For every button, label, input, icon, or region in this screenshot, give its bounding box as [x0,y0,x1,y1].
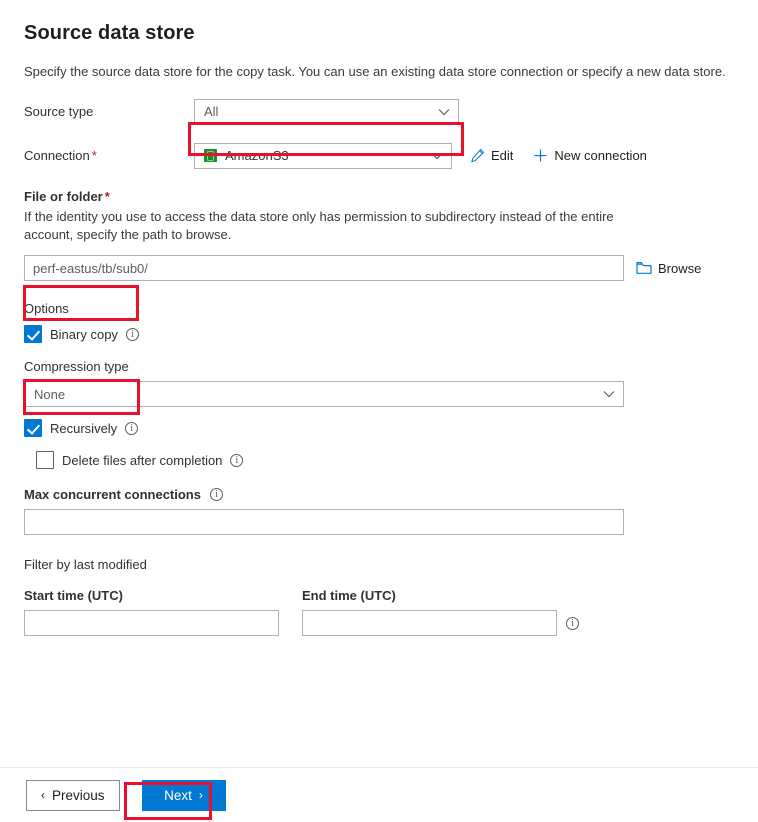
connection-label-text: Connection [24,148,90,164]
connection-label: Connection * [24,148,194,163]
edit-connection-button[interactable]: Edit [470,148,513,163]
new-connection-button[interactable]: New connection [533,148,647,163]
wizard-footer: ‹ Previous Next › [0,767,758,822]
info-icon[interactable] [125,421,139,435]
checkbox-box [36,451,54,470]
edit-connection-label: Edit [491,148,514,164]
end-time-input[interactable] [302,610,557,637]
chevron-down-icon [603,390,615,398]
file-or-folder-label-text: File or folder [24,188,103,204]
new-connection-label: New connection [554,148,647,164]
previous-button[interactable]: ‹ Previous [26,779,120,811]
connection-actions: Edit New connection [470,148,647,163]
end-time-label: End time (UTC) [302,588,396,604]
previous-button-label: Previous [52,787,105,803]
delete-files-checkbox[interactable]: Delete files after completion [36,451,734,470]
required-asterisk: * [91,148,97,164]
browse-button[interactable]: Browse [636,261,701,276]
file-path-input[interactable] [24,255,624,282]
amazon-s3-icon [204,149,217,163]
source-type-label: Source type [24,104,94,120]
filter-columns: Start time (UTC) End time (UTC) [24,588,734,637]
max-connections-input[interactable] [24,509,624,536]
plus-icon [533,148,548,163]
start-time-column: Start time (UTC) [24,588,302,637]
browse-label: Browse [658,260,702,276]
delete-files-label: Delete files after completion [62,452,223,468]
compression-type-label: Compression type [24,359,129,375]
binary-copy-label: Binary copy [50,326,118,342]
recursively-label: Recursively [50,420,118,436]
required-asterisk: * [104,188,110,204]
binary-copy-checkbox[interactable]: Binary copy [24,325,734,344]
form-content: Source data store Specify the source dat… [0,0,758,637]
pencil-icon [470,148,485,163]
chevron-left-icon: ‹ [41,788,45,802]
info-icon[interactable] [230,453,244,467]
end-time-row [302,610,579,637]
source-type-value: All [204,104,219,120]
checkbox-box [24,419,42,438]
file-or-folder-helper: If the identity you use to access the da… [24,208,614,243]
options-section-label: Options [24,301,69,317]
file-path-row: Browse [24,255,734,282]
source-type-row: Source type All [24,98,734,125]
compression-type-dropdown[interactable]: None [24,381,624,408]
start-time-input[interactable] [24,610,279,637]
chevron-down-icon [431,152,443,160]
connection-row: Connection * AmazonS3 Edit New connectio… [24,142,734,169]
max-connections-label-row: Max concurrent connections [24,487,734,502]
file-or-folder-label: File or folder * [24,189,734,204]
next-button[interactable]: Next › [141,779,226,811]
folder-icon [636,261,652,275]
end-time-column: End time (UTC) [302,588,579,637]
source-type-dropdown[interactable]: All [194,98,459,125]
max-connections-label: Max concurrent connections [24,487,201,503]
info-icon[interactable] [209,488,223,502]
connection-value: AmazonS3 [225,148,289,164]
recursively-checkbox[interactable]: Recursively [24,419,734,438]
checkbox-box [24,325,42,344]
page-title: Source data store [24,22,195,44]
compression-type-value: None [34,386,66,402]
chevron-right-icon: › [198,788,203,802]
info-icon[interactable] [125,327,139,341]
source-data-store-page: Source data store Specify the source dat… [0,0,758,822]
info-icon[interactable] [566,616,579,630]
filter-section-label: Filter by last modified [24,557,147,573]
start-time-label: Start time (UTC) [24,588,123,604]
next-button-label: Next [164,787,192,803]
connection-dropdown[interactable]: AmazonS3 [194,142,452,169]
chevron-down-icon [438,108,450,116]
page-description: Specify the source data store for the co… [24,64,726,79]
